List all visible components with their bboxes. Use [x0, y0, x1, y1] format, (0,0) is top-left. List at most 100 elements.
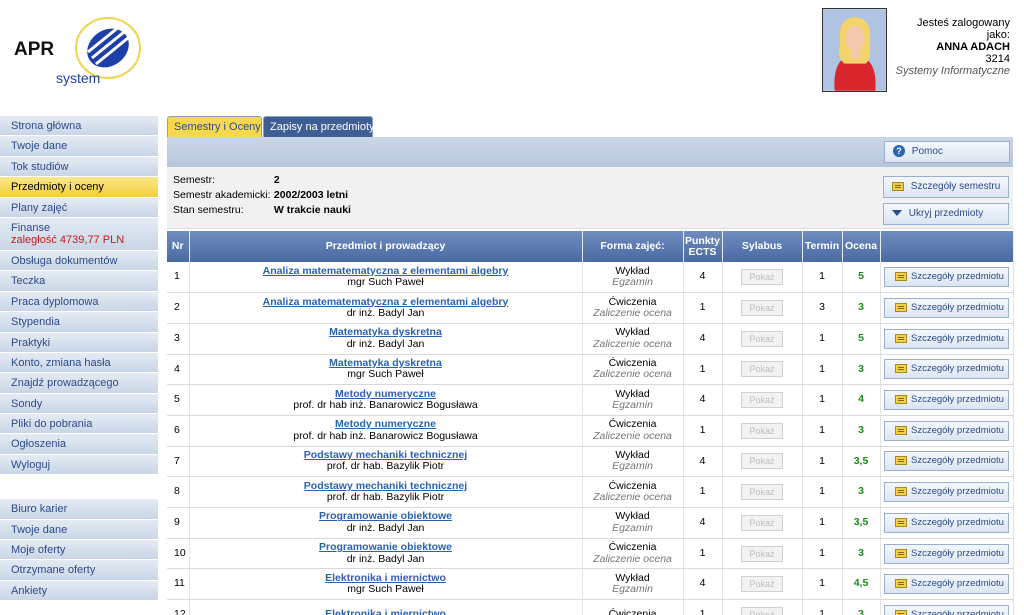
grade-cell: 3 [842, 538, 881, 570]
subject-link[interactable]: Matematyka dyskretna [190, 327, 582, 339]
subject-details-button[interactable]: Szczegóły przedmiotu [884, 390, 1009, 411]
subject-details-label: Szczegóły przedmiotu [911, 455, 1004, 467]
logo-text-apr: APR [14, 39, 54, 60]
row-number: 5 [167, 384, 190, 416]
sidebar-item-received-offers[interactable]: Otrzymane oferty [0, 560, 158, 581]
subject-cell: Elektronika i miernictwo [189, 599, 583, 615]
completion-type: Egzamin [612, 521, 653, 534]
sidebar-item-your-data[interactable]: Twoje dane [0, 136, 158, 157]
subject-details-button[interactable]: Szczegóły przedmiotu [884, 482, 1009, 503]
ects-cell: 4 [683, 507, 723, 539]
lecturer-name: prof. dr hab. Bazylik Piotr [326, 491, 445, 504]
subject-details-button[interactable]: Szczegóły przedmiotu [884, 604, 1009, 615]
sidebar-item-career-office[interactable]: Biuro karier [0, 499, 158, 520]
lecturer-name: mgr Such Paweł [347, 583, 424, 596]
show-syllabus-button[interactable]: Pokaż [741, 514, 783, 531]
logged-in-label: Jesteś zalogowany jako: [917, 17, 1010, 41]
subject-details-button[interactable]: Szczegóły przedmiotu [884, 543, 1009, 564]
sidebar-item-account[interactable]: Konto, zmiana hasła [0, 352, 158, 374]
sidebar-item-find-lecturer[interactable]: Znajdź prowadzącego [0, 373, 158, 394]
sidebar-item-subjects-grades[interactable]: Przedmioty i oceny [0, 177, 158, 198]
completion-type: Zaliczenie ocena [593, 337, 672, 350]
completion-type: Zaliczenie ocena [593, 429, 672, 442]
form-cell: Ćwiczenia [582, 599, 684, 615]
subject-details-button[interactable]: Szczegóły przedmiotu [884, 359, 1009, 380]
actions-cell: Szczegóły przedmiotu [880, 507, 1014, 539]
show-syllabus-button[interactable]: Pokaż [741, 392, 783, 409]
ects-cell: 4 [683, 262, 723, 294]
note-icon [895, 456, 907, 466]
subject-link[interactable]: Programowanie obiektowe [190, 542, 582, 554]
sidebar-item-downloads[interactable]: Pliki do pobrania [0, 414, 158, 435]
show-syllabus-button[interactable]: Pokaż [741, 576, 783, 593]
show-syllabus-button[interactable]: Pokaż [741, 545, 783, 562]
tab-semesters-grades[interactable]: Semestry i Oceny [167, 116, 262, 137]
subject-details-button[interactable]: Szczegóły przedmiotu [884, 512, 1009, 533]
subject-details-button[interactable]: Szczegóły przedmiotu [884, 420, 1009, 441]
semester-state-value: W trakcie nauki [273, 204, 351, 216]
term-cell: 1 [802, 568, 843, 601]
semester-row: Semestr: 2 [173, 174, 280, 186]
sidebar-item-scholarships[interactable]: Stypendia [0, 312, 158, 333]
sidebar-item-folder[interactable]: Teczka [0, 271, 158, 292]
completion-type: Zaliczenie ocena [593, 491, 672, 504]
subject-details-button[interactable]: Szczegóły przedmiotu [884, 267, 1009, 288]
actions-cell: Szczegóły przedmiotu [880, 476, 1014, 508]
sidebar-item-logout[interactable]: Wyloguj [0, 454, 158, 476]
subject-cell: Matematyka dyskretna mgr Such Paweł [189, 354, 583, 386]
note-icon [895, 425, 907, 435]
career-menu: Biuro karier Twoje dane Moje oferty Otrz… [0, 499, 158, 602]
grade-cell: 3 [842, 599, 881, 615]
subject-details-label: Szczegóły przedmiotu [911, 394, 1004, 406]
grade-cell: 3 [842, 292, 881, 324]
subject-details-button[interactable]: Szczegóły przedmiotu [884, 328, 1009, 349]
show-syllabus-button[interactable]: Pokaż [741, 422, 783, 439]
show-syllabus-button[interactable]: Pokaż [741, 300, 783, 317]
show-syllabus-button[interactable]: Pokaż [741, 484, 783, 501]
subject-cell: Programowanie obiektowe dr inż. Badyl Jan [189, 538, 583, 570]
lecturer-name: prof. dr hab inż. Banarowicz Bogusława [293, 399, 478, 412]
subject-details-button[interactable]: Szczegóły przedmiotu [884, 298, 1009, 319]
sidebar-item-finance[interactable]: Finanse zaległość 4739,77 PLN [0, 217, 158, 251]
sidebar-item-surveys[interactable]: Sondy [0, 393, 158, 415]
grade-value: 3 [858, 424, 864, 437]
subject-details-label: Szczegóły przedmiotu [911, 424, 1004, 436]
grade-value: 3 [858, 608, 864, 615]
sidebar-item-thesis[interactable]: Praca dyplomowa [0, 291, 158, 313]
ects-cell: 1 [683, 476, 723, 508]
actions-cell: Szczegóły przedmiotu [880, 262, 1014, 294]
help-button-label: Pomoc [911, 146, 943, 157]
semester-label: Semestr: [173, 174, 216, 186]
term-cell: 1 [802, 415, 843, 447]
show-syllabus-button[interactable]: Pokaż [741, 330, 783, 347]
sidebar-item-announcements[interactable]: Ogłoszenia [0, 434, 158, 455]
sidebar-item-polls[interactable]: Ankiety [0, 580, 158, 602]
subject-details-button[interactable]: Szczegóły przedmiotu [884, 451, 1009, 472]
sidebar-item-study-course[interactable]: Tok studiów [0, 156, 158, 178]
semester-details-button[interactable]: Szczegóły semestru [883, 176, 1009, 198]
sidebar-item-documents[interactable]: Obsługa dokumentów [0, 250, 158, 272]
show-syllabus-button[interactable]: Pokaż [741, 361, 783, 378]
user-info: Jesteś zalogowany jako: ANNA ADACH 3214 … [892, 17, 1010, 77]
show-syllabus-button[interactable]: Pokaż [741, 606, 783, 615]
tab-subject-enrollment[interactable]: Zapisy na przedmioty [263, 116, 375, 137]
subject-details-button[interactable]: Szczegóły przedmiotu [884, 574, 1009, 595]
sidebar-item-home[interactable]: Strona główna [0, 116, 158, 137]
subjects-table-body: 1 Analiza matematematyczna z elementami a… [167, 262, 1014, 615]
form-cell: Wykład Egzamin [582, 507, 684, 539]
help-button[interactable]: ? Pomoc [884, 141, 1010, 163]
hide-subjects-button[interactable]: Ukryj przedmioty [883, 203, 1009, 225]
sidebar-item-internships[interactable]: Praktyki [0, 332, 158, 353]
term-cell: 1 [802, 599, 843, 615]
show-syllabus-button[interactable]: Pokaż [741, 269, 783, 286]
grade-value: 3 [858, 362, 864, 375]
lecturer-name: dr inż. Badyl Jan [346, 521, 425, 534]
subject-link[interactable]: Elektronika i miernictwo [190, 609, 582, 615]
show-syllabus-button[interactable]: Pokaż [741, 453, 783, 470]
sidebar-item-schedule[interactable]: Plany zajęć [0, 197, 158, 218]
actions-cell: Szczegóły przedmiotu [880, 568, 1014, 601]
sidebar-item-my-offers[interactable]: Moje oferty [0, 540, 158, 561]
subject-cell: Elektronika i miernictwo mgr Such Paweł [189, 568, 583, 601]
sidebar-item-career-your-data[interactable]: Twoje dane [0, 519, 158, 541]
actions-cell: Szczegóły przedmiotu [880, 446, 1014, 478]
